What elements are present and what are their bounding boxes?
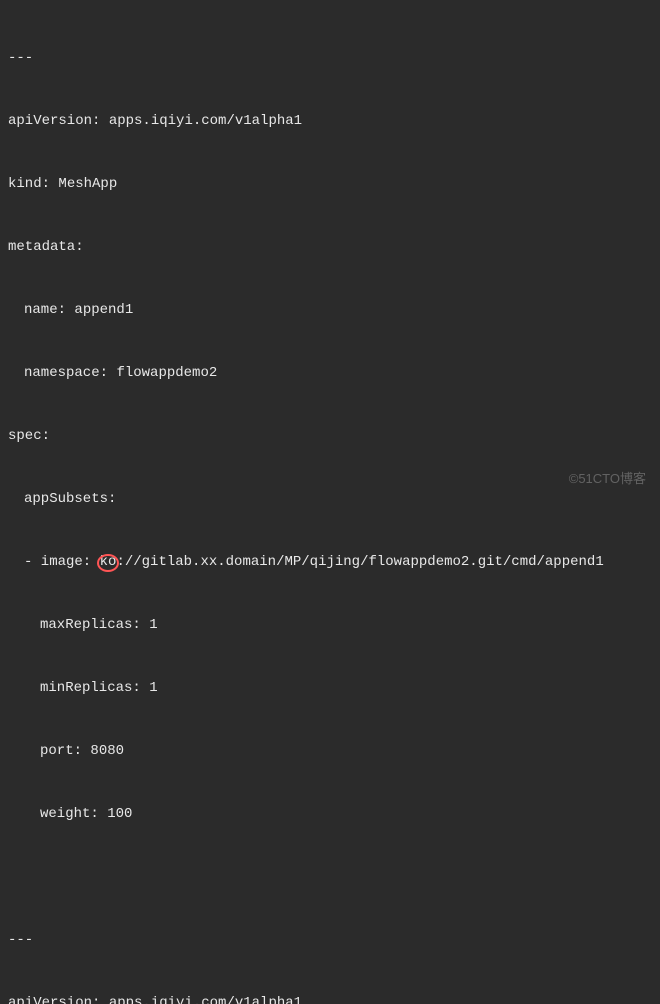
value: 100 — [107, 806, 132, 822]
value: apps.iqiyi.com/v1alpha1 — [109, 995, 302, 1004]
doc1-metadata: metadata: — [8, 237, 652, 258]
doc1-image: - image: ko://gitlab.xx.domain/MP/qijing… — [8, 552, 652, 573]
value: 1 — [149, 617, 157, 633]
value: 8080 — [90, 743, 124, 759]
doc1-name: name: append1 — [8, 300, 652, 321]
doc1-separator: --- — [8, 48, 652, 69]
key: apiVersion — [8, 113, 92, 129]
key: maxReplicas — [40, 617, 132, 633]
doc1-port: port: 8080 — [8, 741, 652, 762]
image-url: ://gitlab.xx.domain/MP/qijing/flowappdem… — [116, 554, 603, 570]
doc2-apiversion: apiVersion: apps.iqiyi.com/v1alpha1 — [8, 993, 652, 1004]
key: weight — [40, 806, 90, 822]
key: appSubsets — [24, 491, 108, 507]
blank-line — [8, 867, 652, 888]
doc1-maxreplicas: maxReplicas: 1 — [8, 615, 652, 636]
value: MeshApp — [58, 176, 117, 192]
key: apiVersion — [8, 995, 92, 1004]
key: spec — [8, 428, 42, 444]
value: flowappdemo2 — [116, 365, 217, 381]
doc1-appsubsets: appSubsets: — [8, 489, 652, 510]
doc1-kind: kind: MeshApp — [8, 174, 652, 195]
image-scheme: ko — [100, 554, 117, 570]
value: 1 — [149, 680, 157, 696]
doc1-apiversion: apiVersion: apps.iqiyi.com/v1alpha1 — [8, 111, 652, 132]
key: name — [24, 302, 58, 318]
yaml-code-block: --- apiVersion: apps.iqiyi.com/v1alpha1 … — [8, 6, 652, 1004]
doc1-namespace: namespace: flowappdemo2 — [8, 363, 652, 384]
doc1-spec: spec: — [8, 426, 652, 447]
key: metadata — [8, 239, 75, 255]
doc2-separator: --- — [8, 930, 652, 951]
doc1-weight: weight: 100 — [8, 804, 652, 825]
key: port — [40, 743, 74, 759]
value: append1 — [74, 302, 133, 318]
value: apps.iqiyi.com/v1alpha1 — [109, 113, 302, 129]
key: kind — [8, 176, 42, 192]
watermark-text: ©51CTO博客 — [569, 469, 646, 489]
key: minReplicas — [40, 680, 132, 696]
key: namespace — [24, 365, 100, 381]
doc1-minreplicas: minReplicas: 1 — [8, 678, 652, 699]
list-dash: - image: — [24, 554, 100, 570]
